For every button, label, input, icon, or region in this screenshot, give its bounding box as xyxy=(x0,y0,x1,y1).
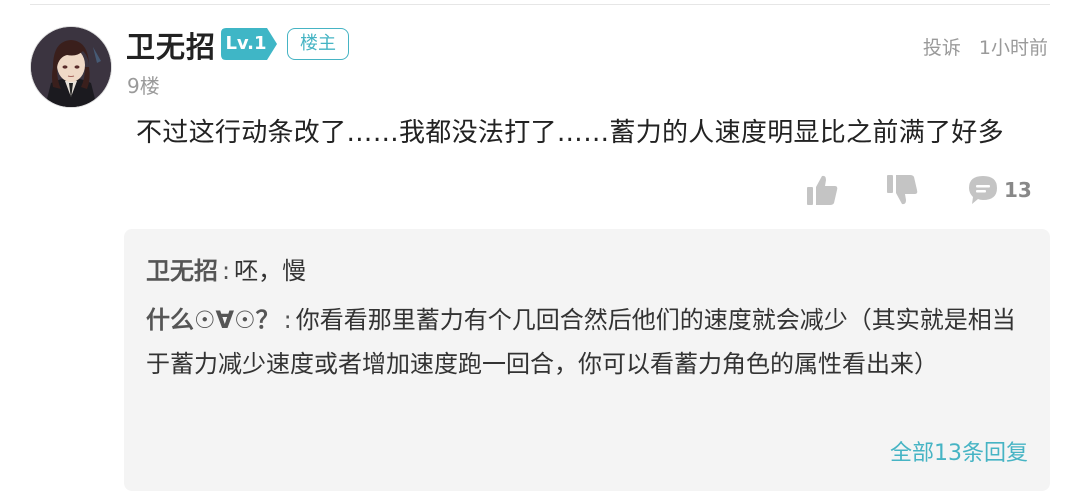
like-button[interactable] xyxy=(804,170,840,210)
thumbs-up-icon xyxy=(807,175,838,205)
avatar[interactable] xyxy=(30,26,112,108)
floor-number: 9楼 xyxy=(127,74,160,98)
thumbs-down-icon xyxy=(887,175,918,205)
reply-item[interactable]: 卫无招: 呸，慢 xyxy=(146,249,1028,293)
username[interactable]: 卫无招 xyxy=(126,24,216,66)
reply-item[interactable]: 什么☉∀☉？: 你看看那里蓄力有个几回合然后他们的速度就会减少（其实就是相当于蓄力… xyxy=(146,298,1028,386)
reply-author[interactable]: 什么☉∀☉？ xyxy=(146,306,280,334)
post-time: 1小时前 xyxy=(978,37,1048,59)
dislike-button[interactable] xyxy=(884,170,920,210)
top-divider xyxy=(30,4,1050,5)
comment-bubble-icon xyxy=(969,176,997,204)
reply-separator: : xyxy=(283,306,292,334)
post-meta: 投诉 1小时前 xyxy=(923,33,1048,60)
view-all-replies-link[interactable]: 全部13条回复 xyxy=(890,435,1028,467)
replies-panel: 卫无招: 呸，慢 什么☉∀☉？: 你看看那里蓄力有个几回合然后他们的速度就会减少（其… xyxy=(124,229,1050,491)
reply-author[interactable]: 卫无招 xyxy=(146,257,218,285)
comment-count: 13 xyxy=(1004,178,1032,202)
reply-text: 呸，慢 xyxy=(234,257,307,285)
reply-separator: : xyxy=(222,257,231,285)
level-badge: Lv.1 xyxy=(221,28,277,60)
level-label: Lv.1 xyxy=(225,33,267,54)
action-bar: 13 xyxy=(0,170,1080,210)
report-link[interactable]: 投诉 xyxy=(923,37,961,59)
owner-tag: 楼主 xyxy=(287,28,349,60)
avatar-image xyxy=(31,27,111,107)
post-content: 不过这行动条改了……我都没法打了……蓄力的人速度明显比之前满了好多 xyxy=(136,118,1004,148)
comment-button[interactable]: 13 xyxy=(966,170,1032,210)
